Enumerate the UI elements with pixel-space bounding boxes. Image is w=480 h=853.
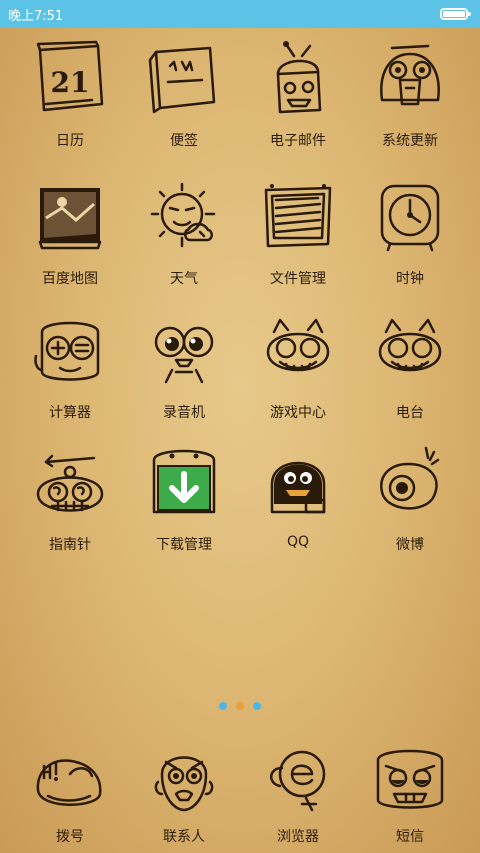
dock-browser[interactable]: 浏览器	[238, 736, 358, 853]
app-notes[interactable]: 便签	[124, 36, 244, 160]
page-dot[interactable]	[219, 702, 227, 710]
app-weibo[interactable]: 微博	[350, 440, 470, 564]
page-dot[interactable]	[236, 702, 244, 710]
app-label: 天气	[170, 271, 198, 287]
qq-icon	[270, 461, 326, 514]
app-calendar[interactable]: 21 日历	[10, 36, 130, 160]
dock-contacts[interactable]: 联系人	[124, 736, 244, 853]
status-time: 晚上7:51	[8, 8, 64, 24]
recorder-icon	[154, 326, 214, 384]
app-label: 拨号	[56, 829, 84, 845]
app-label: QQ	[286, 534, 310, 550]
app-label: 文件管理	[270, 271, 326, 287]
app-label: 计算器	[49, 405, 91, 421]
browser-icon	[270, 750, 326, 812]
app-label: 浏览器	[277, 829, 319, 845]
app-label: 指南针	[49, 537, 91, 553]
app-label: 日历	[56, 133, 84, 149]
battery-level	[443, 11, 465, 17]
app-radio[interactable]: 电台	[350, 308, 470, 432]
app-calculator[interactable]: 计算器	[10, 308, 130, 432]
weather-icon	[150, 182, 216, 248]
notes-icon	[148, 46, 216, 114]
status-bar: 晚上7:51	[0, 0, 480, 28]
calendar-day: 21	[51, 66, 90, 99]
app-compass[interactable]: 指南针	[10, 440, 130, 564]
app-label: 录音机	[163, 405, 205, 421]
app-label: 联系人	[163, 829, 205, 845]
dock-messages[interactable]: 短信	[350, 736, 470, 853]
compass-icon	[36, 454, 104, 512]
app-label: 便签	[170, 133, 198, 149]
battery-icon	[440, 8, 471, 20]
app-label: 系统更新	[382, 133, 438, 149]
page-dot[interactable]	[253, 702, 261, 710]
radio-icon	[378, 318, 442, 372]
app-label: 电子邮件	[270, 133, 326, 149]
download-manager-icon	[152, 449, 216, 514]
app-label: 微博	[396, 537, 424, 553]
calendar-icon: 21	[36, 40, 104, 112]
app-system-update[interactable]: 系统更新	[350, 36, 470, 160]
app-email[interactable]: 电子邮件	[238, 36, 358, 160]
baidu-map-icon	[38, 188, 102, 250]
dialer-icon	[36, 759, 102, 806]
page-indicator[interactable]	[0, 702, 480, 710]
app-label: 时钟	[396, 271, 424, 287]
app-label: 短信	[396, 829, 424, 845]
file-manager-icon	[264, 184, 332, 248]
messages-icon	[376, 749, 444, 809]
dock-dialer[interactable]: 拨号	[10, 736, 130, 853]
app-clock[interactable]: 时钟	[350, 174, 470, 298]
app-game-center[interactable]: 游戏中心	[238, 308, 358, 432]
clock-icon	[380, 184, 440, 252]
app-label: 电台	[396, 405, 424, 421]
weibo-icon	[380, 446, 440, 510]
app-file-manager[interactable]: 文件管理	[238, 174, 358, 298]
app-baidu-map[interactable]: 百度地图	[10, 174, 130, 298]
calculator-icon	[34, 321, 100, 381]
app-recorder[interactable]: 录音机	[124, 308, 244, 432]
app-label: 百度地图	[42, 271, 98, 287]
email-icon	[276, 41, 322, 114]
system-update-icon	[380, 44, 440, 106]
dock: 拨号 联系人 浏览器 短信	[0, 736, 480, 853]
app-weather[interactable]: 天气	[124, 174, 244, 298]
app-label: 游戏中心	[270, 405, 326, 421]
app-download-manager[interactable]: 下载管理	[124, 440, 244, 564]
app-label: 下载管理	[156, 537, 212, 553]
game-center-icon	[266, 318, 330, 372]
app-qq[interactable]: QQ	[238, 440, 358, 564]
contacts-icon	[154, 756, 214, 812]
